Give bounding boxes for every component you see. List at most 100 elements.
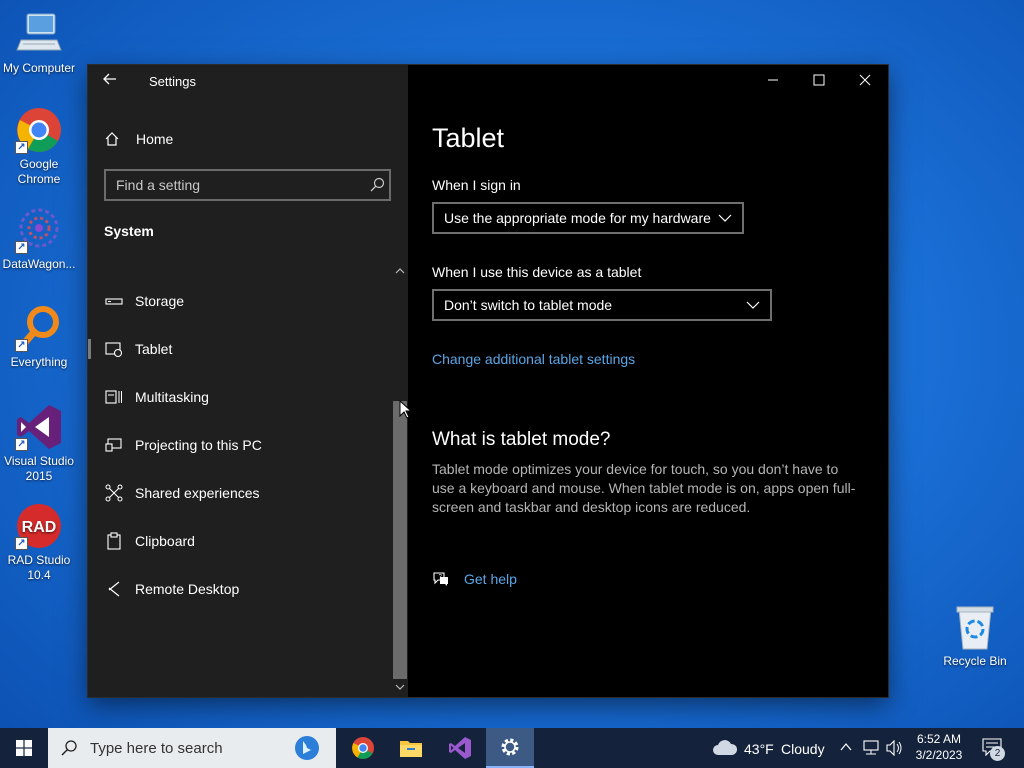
tablet-use-value: Don’t switch to tablet mode — [444, 297, 613, 313]
nav-item-projecting[interactable]: Projecting to this PC — [88, 423, 393, 467]
nav-item-label: Projecting to this PC — [135, 437, 262, 453]
remote-desktop-icon — [104, 579, 124, 599]
taskbar-clock[interactable]: 6:52 AM 3/2/2023 — [904, 731, 974, 763]
windows-logo-icon — [16, 740, 32, 756]
desktop-icon-label: Visual Studio 2015 — [4, 454, 74, 483]
nav-item-clipboard[interactable]: Clipboard — [88, 519, 393, 563]
get-help-link[interactable]: Get help — [464, 571, 517, 587]
shortcut-arrow-icon: ↗ — [15, 241, 28, 254]
maximize-button[interactable] — [796, 65, 842, 97]
taskbar-file-explorer[interactable] — [387, 728, 435, 768]
nav-item-label: Multitasking — [135, 389, 209, 405]
desktop-icon-my-computer[interactable]: My Computer — [0, 10, 78, 76]
desktop-icon-chrome[interactable]: ↗ Google Chrome — [0, 106, 78, 187]
nav-item-shared-experiences[interactable]: Shared experiences — [88, 471, 393, 515]
chrome-icon — [352, 737, 374, 759]
nav-item-label: Clipboard — [135, 533, 195, 549]
taskbar-search-placeholder: Type here to search — [90, 739, 223, 757]
scroll-up-button[interactable] — [394, 266, 406, 278]
settings-window: Settings Home System Storage — [88, 65, 888, 697]
shortcut-arrow-icon: ↗ — [15, 339, 28, 352]
volume-icon[interactable] — [885, 740, 903, 756]
tablet-mode-description: Tablet mode optimizes your device for to… — [432, 461, 856, 515]
desktop-icon-rad-studio[interactable]: RAD ↗ RAD Studio 10.4 — [0, 502, 78, 583]
search-icon — [61, 740, 77, 756]
mouse-cursor-icon — [399, 400, 411, 419]
rad-studio-icon: RAD ↗ — [15, 502, 63, 550]
nav-item-tablet[interactable]: Tablet — [88, 327, 393, 371]
chrome-icon: ↗ — [15, 106, 63, 154]
desktop-icon-visual-studio[interactable]: ↗ Visual Studio 2015 — [0, 403, 78, 484]
recycle-bin-icon — [951, 603, 999, 651]
taskbar-chrome[interactable] — [339, 728, 387, 768]
close-button[interactable] — [842, 65, 888, 97]
help-chat-icon: ? — [433, 572, 448, 586]
shared-experiences-icon — [104, 483, 124, 503]
visual-studio-icon — [449, 737, 471, 759]
nav-item-label: Storage — [135, 293, 185, 309]
settings-nav-pane: Settings Home System Storage — [88, 65, 408, 697]
taskbar: Type here to search 43°F Cloudy 6:52 AM … — [0, 728, 1024, 768]
nav-item-storage[interactable]: Storage — [88, 279, 393, 323]
clipboard-icon — [104, 531, 124, 551]
datawagon-icon: ↗ — [15, 206, 63, 254]
weather-temp[interactable]: 43°F — [744, 741, 774, 757]
back-arrow-icon — [103, 73, 116, 85]
chevron-up-icon[interactable] — [840, 742, 852, 752]
taskbar-visual-studio[interactable] — [436, 728, 484, 768]
desktop-icon-label: Everything — [10, 355, 68, 369]
tablet-icon — [104, 339, 124, 359]
projecting-icon — [104, 435, 124, 455]
desktop-icon-datawagon[interactable]: ↗ DataWagon... — [0, 206, 78, 272]
chevron-down-icon — [718, 204, 734, 232]
maximize-icon — [813, 74, 825, 86]
desktop-icon-everything[interactable]: ↗ Everything — [0, 304, 78, 370]
close-icon — [859, 74, 871, 86]
sign-in-mode-dropdown[interactable]: Use the appropriate mode for my hardware — [432, 202, 744, 234]
chevron-down-icon — [395, 684, 405, 690]
additional-tablet-settings-link[interactable]: Change additional tablet settings — [432, 351, 635, 367]
search-icon[interactable] — [369, 177, 385, 193]
shortcut-arrow-icon: ↗ — [15, 141, 28, 154]
back-button[interactable] — [102, 71, 122, 91]
start-button[interactable] — [0, 728, 48, 768]
desktop-icon-label: DataWagon... — [2, 257, 76, 271]
tablet-use-dropdown[interactable]: Don’t switch to tablet mode — [432, 289, 772, 321]
window-title: Settings — [149, 74, 196, 89]
nav-home[interactable]: Home — [104, 127, 173, 151]
sign-in-label: When I sign in — [432, 177, 521, 193]
nav-scrollbar-thumb[interactable] — [393, 401, 407, 679]
nav-item-label: Shared experiences — [135, 485, 260, 501]
multitasking-icon — [104, 387, 124, 407]
desktop-icon-label: RAD Studio 10.4 — [7, 553, 71, 582]
nav-item-label: Remote Desktop — [135, 581, 240, 597]
minimize-button[interactable] — [750, 65, 796, 97]
chevron-down-icon — [746, 291, 762, 319]
notifications-button[interactable]: 2 — [982, 738, 1006, 761]
nav-item-remote-desktop[interactable]: Remote Desktop — [88, 567, 393, 611]
bing-icon[interactable] — [294, 735, 320, 761]
clock-time: 6:52 AM — [916, 732, 962, 746]
cloud-icon[interactable] — [712, 739, 738, 757]
chevron-up-icon — [395, 268, 405, 274]
nav-item-multitasking[interactable]: Multitasking — [88, 375, 393, 419]
network-icon[interactable] — [862, 740, 880, 756]
find-setting-input[interactable] — [104, 169, 391, 201]
taskbar-settings[interactable] — [486, 728, 534, 768]
desktop-icon-recycle-bin[interactable]: Recycle Bin — [936, 603, 1014, 669]
home-icon — [105, 132, 119, 146]
desktop-icon-label: Recycle Bin — [943, 654, 1007, 668]
taskbar-search-box[interactable]: Type here to search — [48, 728, 336, 768]
sign-in-mode-value: Use the appropriate mode for my hardware — [444, 210, 711, 226]
gear-icon — [501, 738, 519, 756]
get-help-row[interactable]: ? Get help — [432, 570, 517, 588]
weather-desc[interactable]: Cloudy — [781, 741, 825, 757]
page-title: Tablet — [432, 123, 505, 153]
magnifier-app-icon: ↗ — [15, 304, 63, 352]
computer-icon — [15, 10, 63, 58]
nav-home-label: Home — [136, 131, 174, 147]
svg-text:RAD: RAD — [22, 519, 57, 536]
scroll-down-button[interactable] — [394, 682, 406, 694]
storage-icon — [104, 291, 124, 311]
minimize-icon — [768, 79, 778, 81]
